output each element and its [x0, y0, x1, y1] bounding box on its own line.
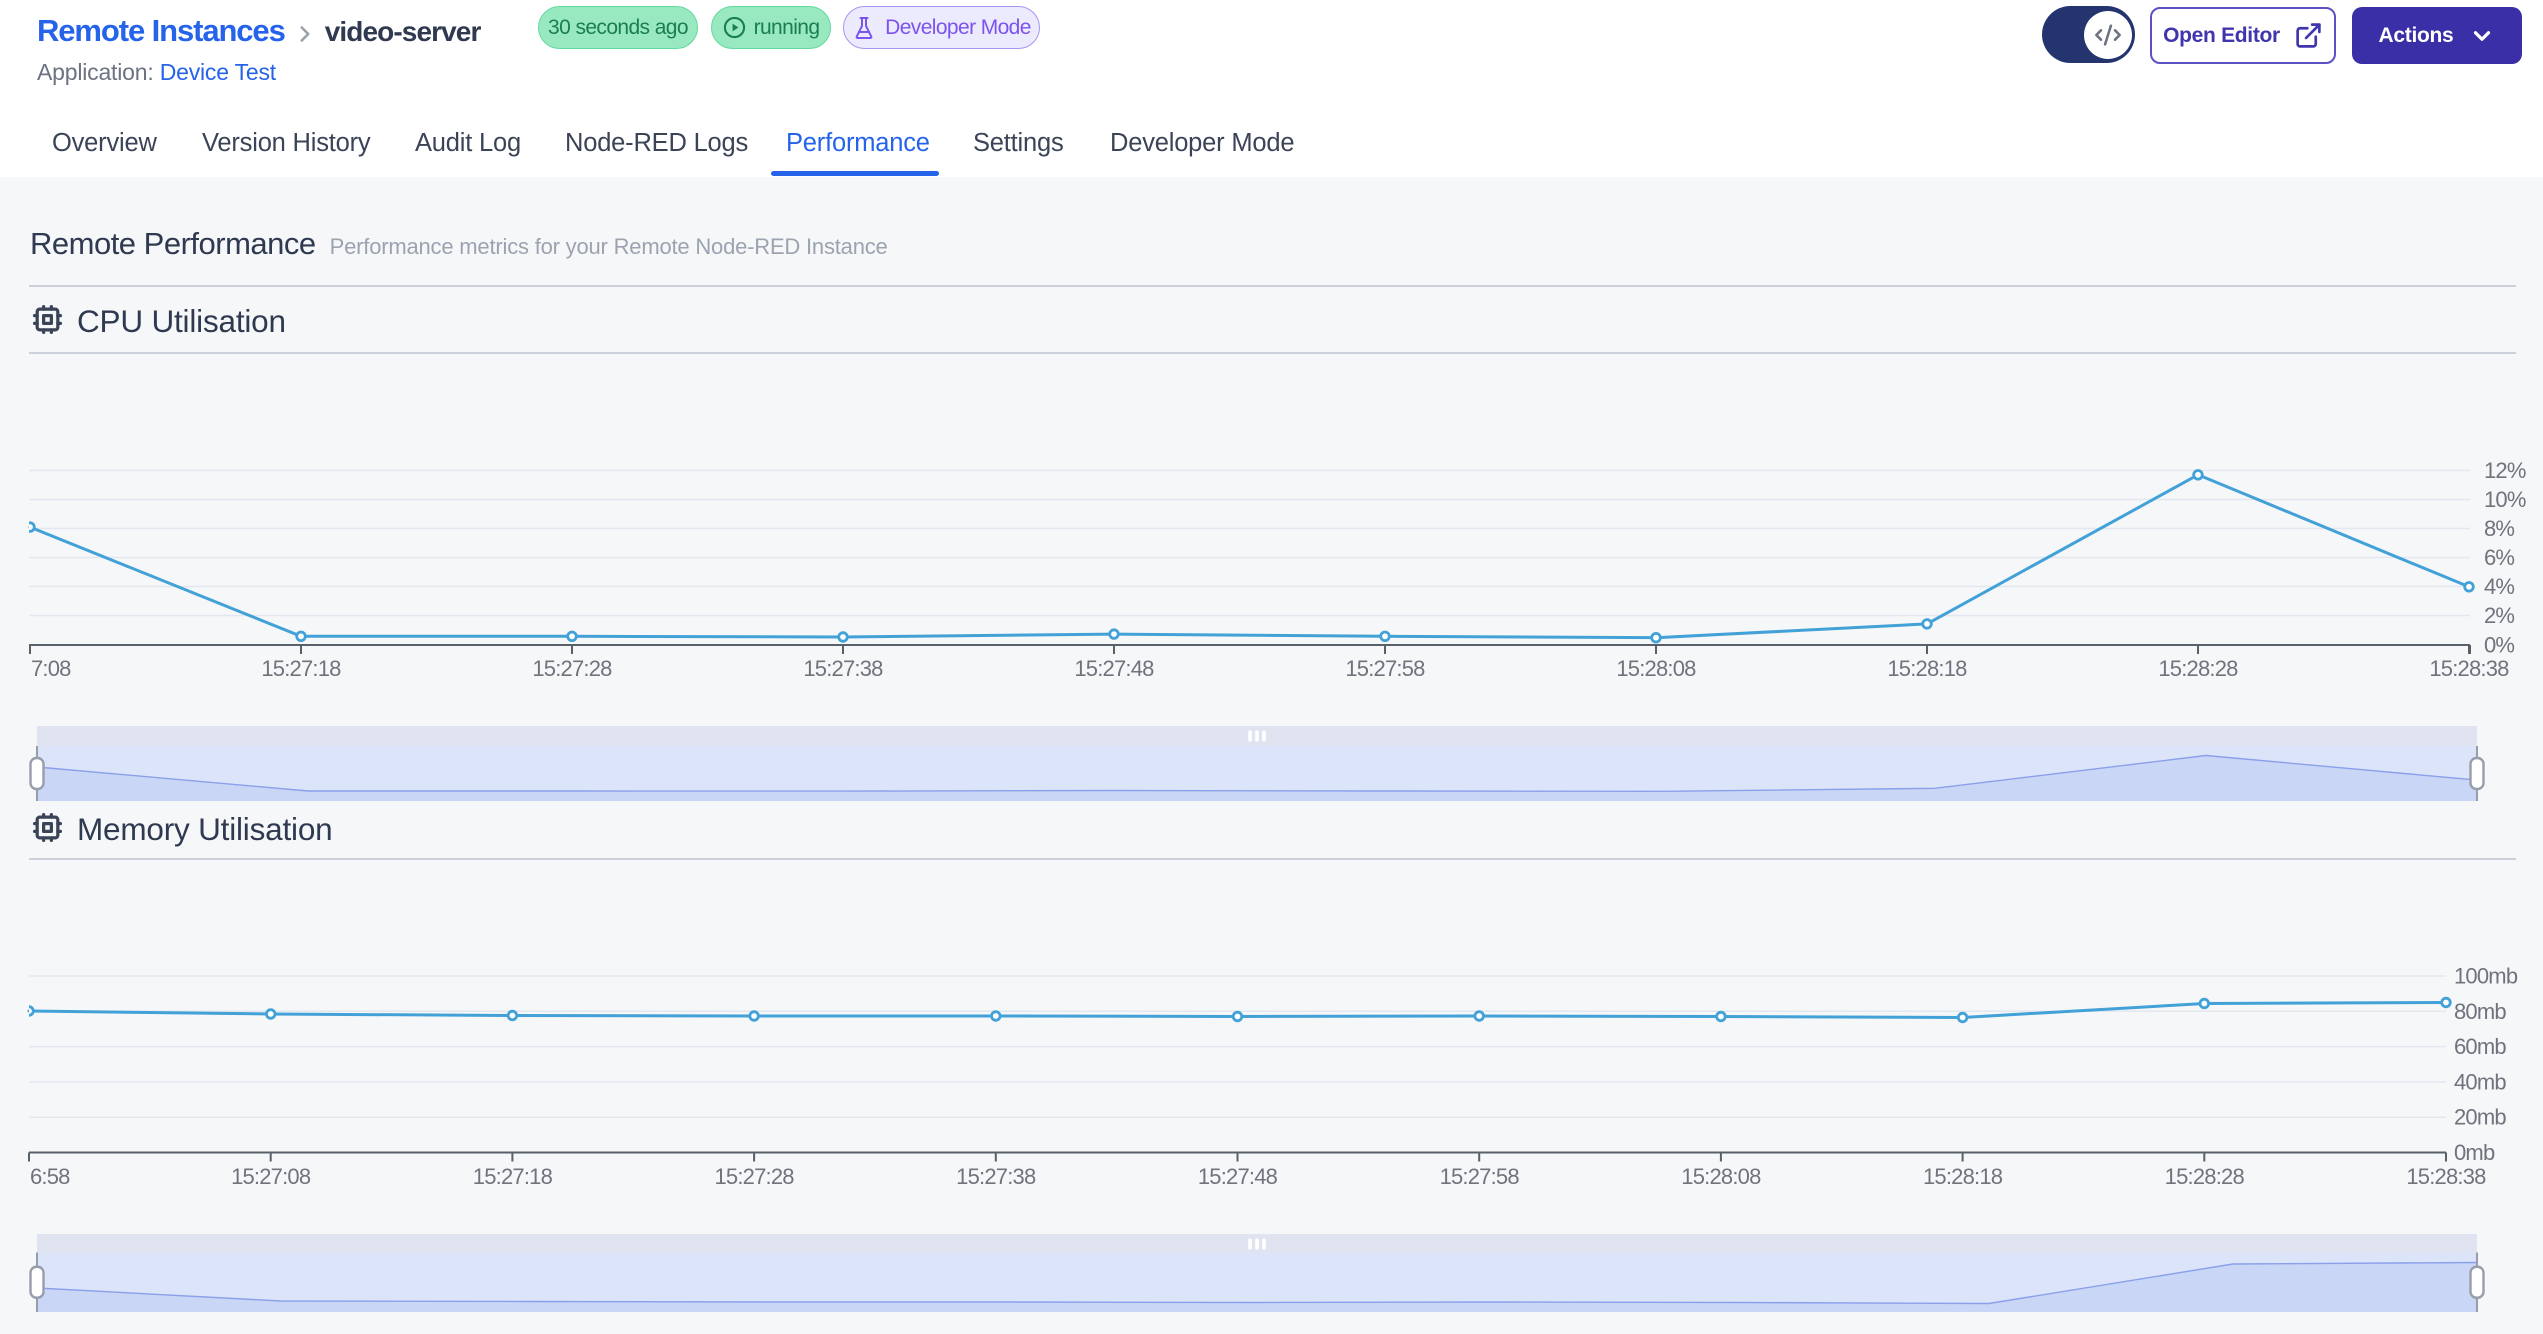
- svg-text:15:27:08: 15:27:08: [231, 1164, 311, 1189]
- svg-text:2%: 2%: [2484, 603, 2514, 628]
- svg-text:4%: 4%: [2484, 574, 2514, 599]
- svg-text:15:28:38: 15:28:38: [2406, 1164, 2486, 1189]
- svg-text:0mb: 0mb: [2454, 1140, 2495, 1165]
- svg-text:15:27:58: 15:27:58: [1440, 1164, 1520, 1189]
- svg-text:80mb: 80mb: [2454, 999, 2506, 1024]
- svg-text:15:27:18: 15:27:18: [473, 1164, 553, 1189]
- svg-text:15:27:38: 15:27:38: [803, 656, 883, 681]
- svg-text:15:28:18: 15:28:18: [1923, 1164, 2003, 1189]
- svg-text:15:27:48: 15:27:48: [1198, 1164, 1278, 1189]
- svg-text:15:27:38: 15:27:38: [956, 1164, 1036, 1189]
- svg-text:6:58: 6:58: [30, 1164, 70, 1189]
- svg-text:6%: 6%: [2484, 545, 2514, 570]
- svg-text:60mb: 60mb: [2454, 1034, 2506, 1059]
- svg-text:15:28:08: 15:28:08: [1616, 656, 1696, 681]
- svg-text:15:27:28: 15:27:28: [714, 1164, 794, 1189]
- svg-text:15:27:28: 15:27:28: [532, 656, 612, 681]
- svg-text:15:28:28: 15:28:28: [2165, 1164, 2245, 1189]
- svg-text:15:27:48: 15:27:48: [1074, 656, 1154, 681]
- svg-text:15:27:58: 15:27:58: [1345, 656, 1425, 681]
- svg-text:12%: 12%: [2484, 458, 2526, 483]
- svg-text:10%: 10%: [2484, 487, 2526, 512]
- svg-text:7:08: 7:08: [31, 656, 71, 681]
- svg-text:15:28:18: 15:28:18: [1887, 656, 1967, 681]
- svg-text:40mb: 40mb: [2454, 1069, 2506, 1094]
- svg-text:0%: 0%: [2484, 633, 2514, 658]
- svg-text:15:28:38: 15:28:38: [2429, 656, 2509, 681]
- svg-text:20mb: 20mb: [2454, 1105, 2506, 1130]
- svg-text:15:28:28: 15:28:28: [2158, 656, 2238, 681]
- svg-text:8%: 8%: [2484, 516, 2514, 541]
- svg-text:15:27:18: 15:27:18: [261, 656, 341, 681]
- svg-text:100mb: 100mb: [2454, 964, 2518, 989]
- svg-text:15:28:08: 15:28:08: [1681, 1164, 1761, 1189]
